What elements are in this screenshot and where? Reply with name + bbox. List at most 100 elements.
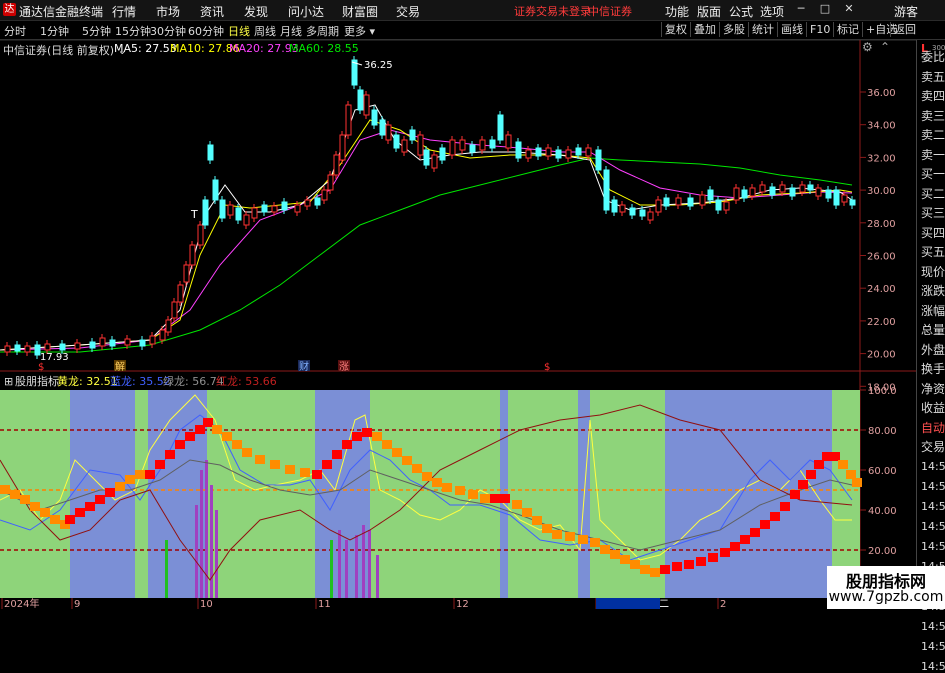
tab-multi-period[interactable]: 多周期 xyxy=(306,23,339,39)
menu-xuanxiang[interactable]: 选项 xyxy=(760,3,784,20)
side-item[interactable]: 卖二 xyxy=(921,126,945,143)
date-axis-label: 12 xyxy=(456,599,469,609)
candlestick xyxy=(555,149,562,159)
login-warning[interactable]: 证券交易未登录 xyxy=(514,3,591,19)
overlay-button[interactable]: 叠加 xyxy=(690,22,719,37)
menu-gongneng[interactable]: 功能 xyxy=(665,3,689,20)
indicator-bar xyxy=(215,510,218,598)
candlestick xyxy=(469,144,476,153)
side-item[interactable]: 卖五 xyxy=(921,68,945,85)
candlestick xyxy=(149,335,156,345)
tab-60min[interactable]: 60分钟 xyxy=(188,23,224,39)
side-item[interactable]: 买五 xyxy=(921,243,945,260)
candlestick xyxy=(595,149,602,171)
lvlong-value: 绿龙: 56.74 xyxy=(163,374,224,388)
step-block xyxy=(20,495,30,504)
side-item[interactable]: 涨幅 xyxy=(921,302,945,319)
tab-1min[interactable]: 1分钟 xyxy=(40,23,69,39)
multi-stock-button[interactable]: 多股 xyxy=(719,22,748,37)
side-item[interactable]: 涨跌 xyxy=(921,282,945,299)
app-logo-icon: 达 xyxy=(3,3,16,16)
price-axis-label: 34.00 xyxy=(867,121,896,132)
guest-label[interactable]: 游客 xyxy=(894,3,918,20)
mark-button[interactable]: 标记 xyxy=(833,22,862,37)
menu-gongshi[interactable]: 公式 xyxy=(729,3,753,20)
side-item[interactable]: 买二 xyxy=(921,185,945,202)
side-item[interactable]: 卖一 xyxy=(921,146,945,163)
close-icon[interactable]: ✕ xyxy=(842,2,856,16)
step-block xyxy=(342,440,352,449)
menu-faxian[interactable]: 发现 xyxy=(244,3,268,20)
menu-jiaoyi[interactable]: 交易 xyxy=(396,3,420,20)
candlestick xyxy=(439,147,446,161)
draw-line-button[interactable]: 画线 xyxy=(777,22,806,37)
side-item[interactable]: 自动 xyxy=(921,419,945,436)
menu-zixun[interactable]: 资讯 xyxy=(200,3,224,20)
menu-wenxiaoda[interactable]: 问小达 xyxy=(288,3,324,20)
step-block xyxy=(610,550,620,559)
chart-area[interactable]: 36.00 34.00 32.00 30.00 28.00 26.00 24.00 22.00… xyxy=(0,40,916,609)
menu-shichang[interactable]: 市场 xyxy=(156,3,180,20)
side-item[interactable]: 现价 xyxy=(921,263,945,280)
side-item[interactable]: 买一 xyxy=(921,165,945,182)
side-item[interactable]: 收益 xyxy=(921,399,945,416)
tab-monthly[interactable]: 月线 xyxy=(280,23,302,39)
f10-button[interactable]: F10 xyxy=(806,22,833,37)
side-time: 14:56 xyxy=(921,480,945,493)
indicator-name[interactable]: 股朋指标 xyxy=(15,374,59,388)
side-item[interactable]: 外盘 xyxy=(921,341,945,358)
side-item[interactable]: 净资 xyxy=(921,380,945,397)
tab-fenshi[interactable]: 分时 xyxy=(4,23,26,39)
menu-caifuquan[interactable]: 财富圈 xyxy=(342,3,378,20)
side-item[interactable]: 买四 xyxy=(921,224,945,241)
candlestick xyxy=(177,284,184,303)
candlestick xyxy=(44,343,51,351)
side-item[interactable]: 卖三 xyxy=(921,107,945,124)
side-item[interactable]: 交易 xyxy=(921,438,945,455)
tab-more[interactable]: 更多 ▾ xyxy=(344,23,375,39)
indicator-collapse-icon[interactable]: ⊞ xyxy=(4,375,13,388)
candlestick xyxy=(603,169,610,211)
date-axis-label: 2 xyxy=(720,599,726,609)
menu-hangqing[interactable]: 行情 xyxy=(112,3,136,20)
side-item[interactable]: 买三 xyxy=(921,204,945,221)
step-block xyxy=(708,553,718,562)
back-button[interactable]: 返回 xyxy=(890,22,919,37)
indicator-axis-label: 20.00 xyxy=(868,546,897,557)
minimize-icon[interactable]: ─ xyxy=(794,2,808,16)
step-block xyxy=(740,535,750,544)
step-block xyxy=(760,520,770,529)
tab-30min[interactable]: 30分钟 xyxy=(150,23,186,39)
side-item[interactable]: 委比 xyxy=(921,48,945,65)
tab-5min[interactable]: 5分钟 xyxy=(82,23,111,39)
side-item[interactable]: 卖四 xyxy=(921,87,945,104)
event-marker-dollar-2[interactable]: $ xyxy=(544,362,550,373)
stats-button[interactable]: 统计 xyxy=(748,22,777,37)
restore-icon[interactable]: □ xyxy=(818,2,832,16)
indicator-bar xyxy=(165,540,168,598)
candlestick xyxy=(789,187,796,197)
indicator-bar xyxy=(195,505,198,598)
fuquan-button[interactable]: 复权 xyxy=(661,22,690,37)
event-marker-dollar-1[interactable]: $ xyxy=(38,362,44,373)
menu-banmian[interactable]: 版面 xyxy=(697,3,721,20)
side-item[interactable]: 总量 xyxy=(921,321,945,338)
tab-weekly[interactable]: 周线 xyxy=(254,23,276,39)
candlestick xyxy=(202,199,209,226)
step-block xyxy=(155,460,165,469)
candlestick xyxy=(345,104,352,136)
side-item[interactable]: 换手 xyxy=(921,360,945,377)
candlestick xyxy=(124,338,131,346)
candlestick xyxy=(304,199,311,207)
event-marker-zhang-label: 涨 xyxy=(339,361,349,373)
candlestick xyxy=(833,189,840,206)
price-axis-label: 32.00 xyxy=(867,153,896,164)
step-block xyxy=(490,494,500,503)
tab-15min[interactable]: 15分钟 xyxy=(115,23,151,39)
candlestick xyxy=(449,139,456,156)
step-block xyxy=(412,464,422,473)
candlestick xyxy=(171,301,178,319)
site-watermark: 股朋指标网 www.7gpzb.com xyxy=(827,566,945,609)
indicator-bar xyxy=(200,470,203,598)
tab-daily[interactable]: 日线 xyxy=(228,23,250,39)
